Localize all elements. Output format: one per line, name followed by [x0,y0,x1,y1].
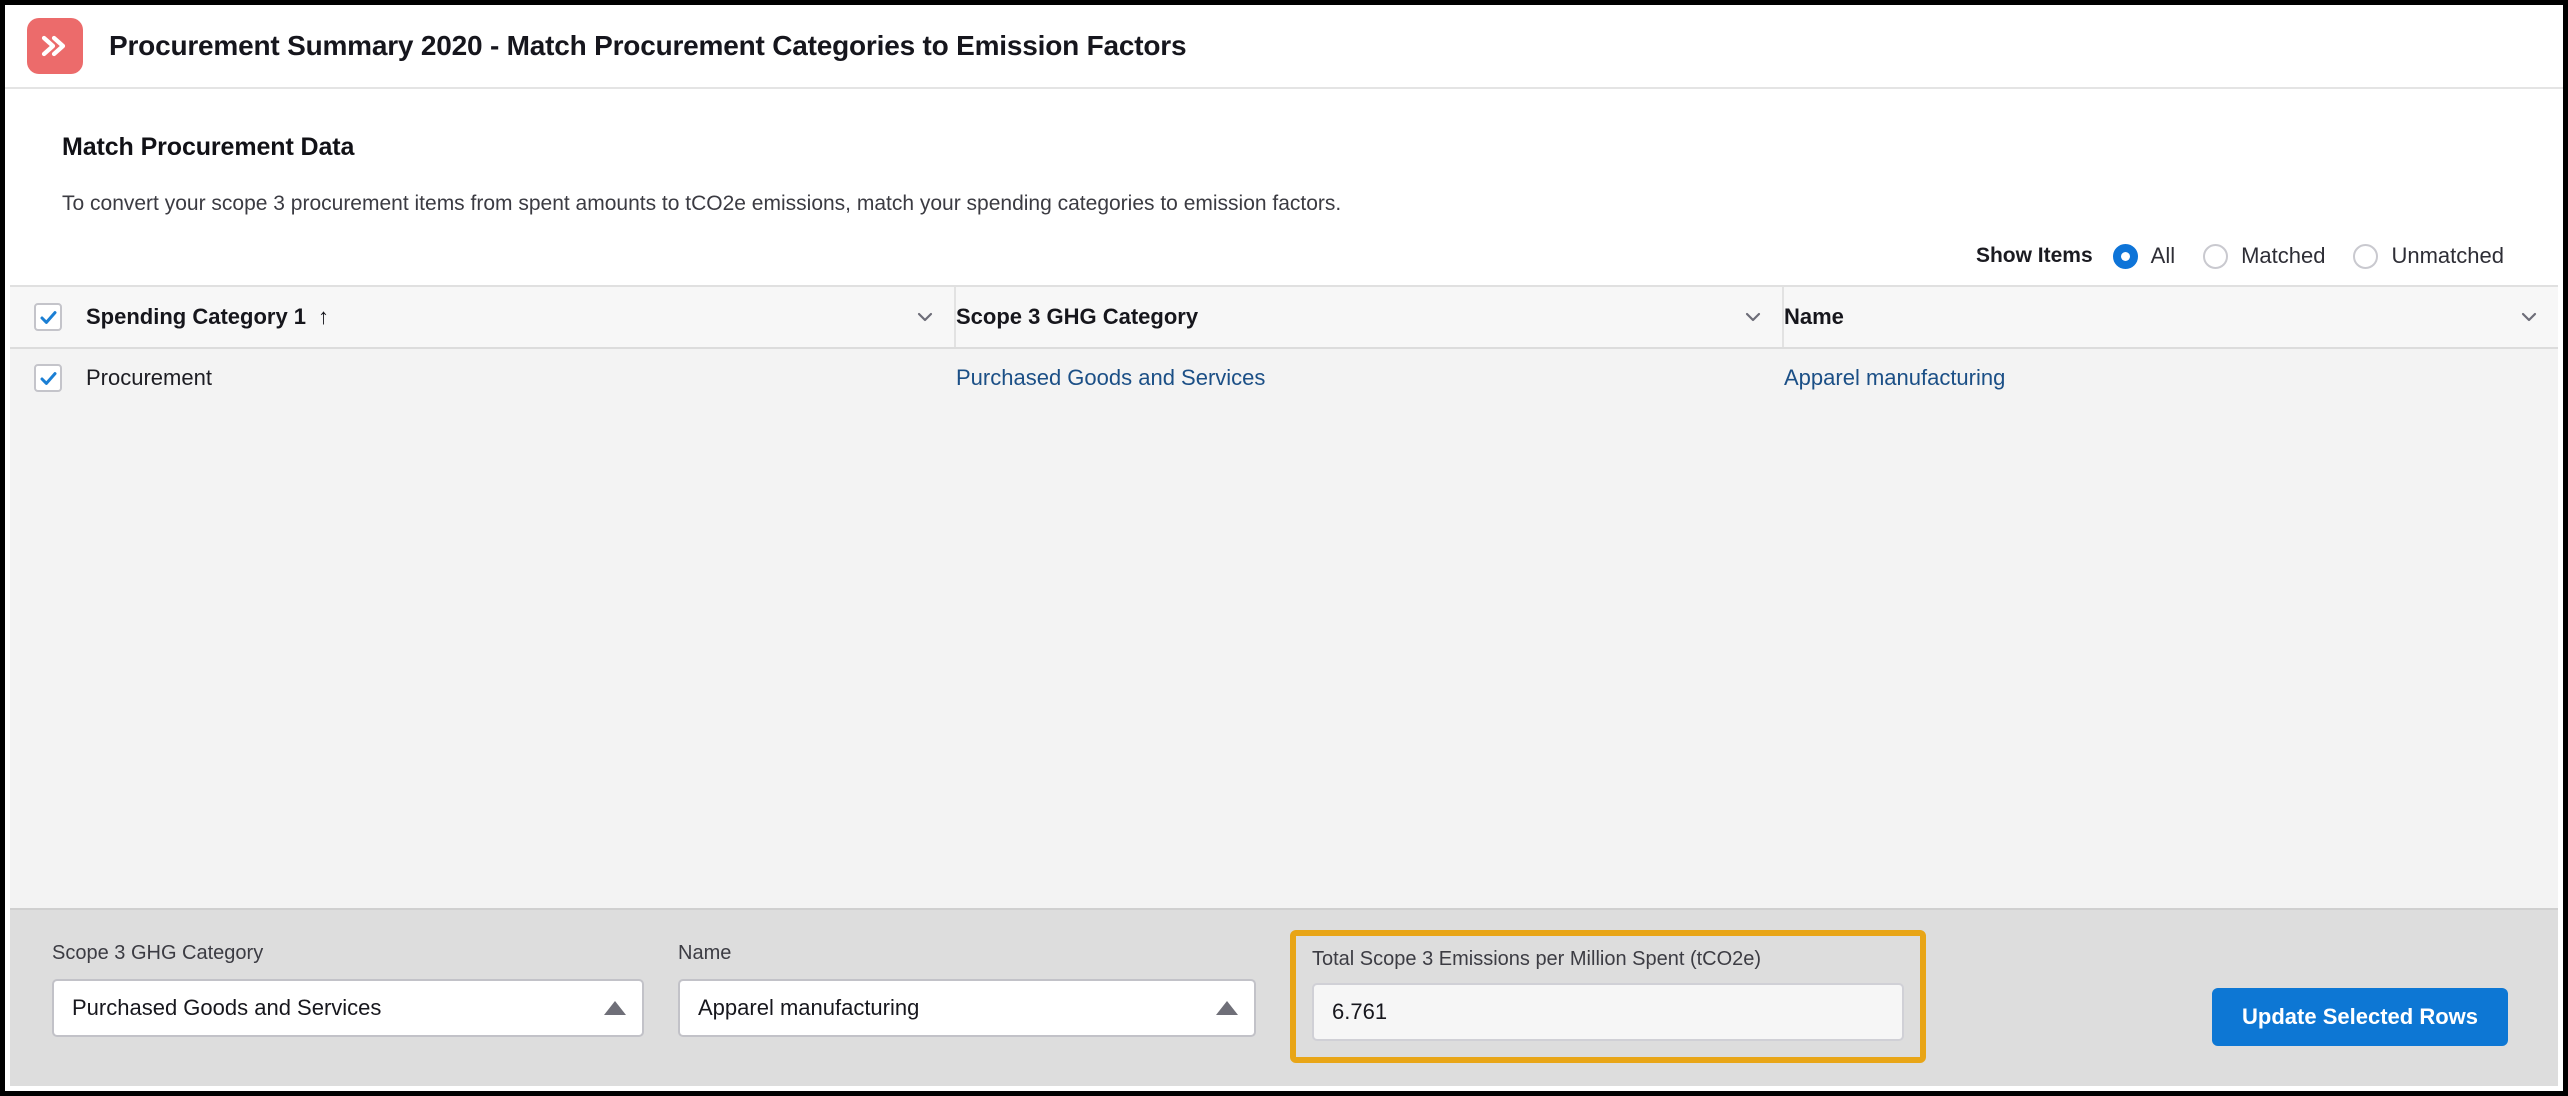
section-description: To convert your scope 3 procurement item… [62,192,1342,215]
section-heading: Match Procurement Data [62,133,355,161]
select-all-header-cell[interactable] [10,287,86,347]
cell-link-text[interactable]: Apparel manufacturing [1784,365,2005,391]
name-field: Name Apparel manufacturing [678,942,1256,1037]
table-body: Procurement Purchased Goods and Services… [10,349,2558,908]
column-header-label: Name [1784,304,1844,330]
name-value: Apparel manufacturing [698,995,920,1020]
cell-text: Procurement [86,365,212,391]
content-card: Match Procurement Data To convert your s… [10,93,2558,1086]
radio-option-unmatched[interactable]: Unmatched [2353,243,2504,269]
chevron-down-icon[interactable] [1742,306,1764,328]
column-header-label: Spending Category 1 [86,304,307,330]
name-label: Name [678,942,732,964]
page-title: Procurement Summary 2020 - Match Procure… [109,30,1187,61]
app-window: Procurement Summary 2020 - Match Procure… [0,0,2568,1096]
caret-up-icon[interactable] [604,1001,626,1015]
radio-all-label: All [2150,243,2176,269]
caret-up-icon[interactable] [1216,1001,1238,1015]
scope3-category-value: Purchased Goods and Services [72,995,382,1020]
radio-unmatched-label: Unmatched [2391,243,2504,269]
scope3-category-select[interactable]: Purchased Goods and Services [52,979,644,1037]
radio-unmatched-indicator[interactable] [2353,243,2379,269]
sort-ascending-icon[interactable]: ↑ [318,306,329,328]
chevron-down-icon[interactable] [2518,306,2540,328]
cell-name[interactable]: Apparel manufacturing [1784,349,2558,407]
table-row[interactable]: Procurement Purchased Goods and Services… [10,349,2558,408]
scope3-category-field: Scope 3 GHG Category Purchased Goods and… [52,942,644,1037]
chevron-down-icon[interactable] [914,306,936,328]
name-select[interactable]: Apparel manufacturing [678,979,1256,1037]
row-select-cell[interactable] [10,349,86,407]
cell-scope3-category[interactable]: Purchased Goods and Services [956,349,1784,407]
emissions-input[interactable]: 6.761 [1312,983,1904,1041]
emissions-value: 6.761 [1332,999,1388,1024]
cell-spending-category: Procurement [86,349,956,407]
radio-matched-label: Matched [2241,243,2326,269]
emissions-field: Total Scope 3 Emissions per Million Spen… [1290,930,1926,1063]
scope3-category-label: Scope 3 GHG Category [52,942,264,964]
column-header-label: Scope 3 GHG Category [956,304,1199,330]
radio-option-all[interactable]: All [2112,243,2176,269]
radio-all-indicator[interactable] [2112,243,2138,269]
cell-link-text[interactable]: Purchased Goods and Services [956,365,1265,391]
row-editor-panel: Scope 3 GHG Category Purchased Goods and… [10,908,2558,1086]
column-header-name[interactable]: Name [1784,287,2558,347]
row-checkbox[interactable] [34,364,62,393]
show-items-label: Show Items [1975,244,2093,268]
column-header-scope3-category[interactable]: Scope 3 GHG Category [956,287,1784,348]
table-header-row: Spending Category 1 ↑ Scope 3 GHG Catego… [10,287,2558,350]
card-header: Match Procurement Data To convert your s… [10,93,2558,217]
select-all-checkbox[interactable] [34,303,62,332]
radio-option-matched[interactable]: Matched [2203,243,2325,269]
column-header-spending-category[interactable]: Spending Category 1 ↑ [86,287,956,348]
update-selected-rows-button[interactable]: Update Selected Rows [2212,988,2508,1046]
show-items-filter: Show Items All Matched Unmatched [10,217,2558,285]
fast-forward-arrow-icon [27,18,83,74]
emissions-label: Total Scope 3 Emissions per Million Spen… [1312,948,1762,970]
data-table: Spending Category 1 ↑ Scope 3 GHG Catego… [10,285,2558,908]
title-bar: Procurement Summary 2020 - Match Procure… [5,5,2563,89]
radio-matched-indicator[interactable] [2203,243,2229,269]
